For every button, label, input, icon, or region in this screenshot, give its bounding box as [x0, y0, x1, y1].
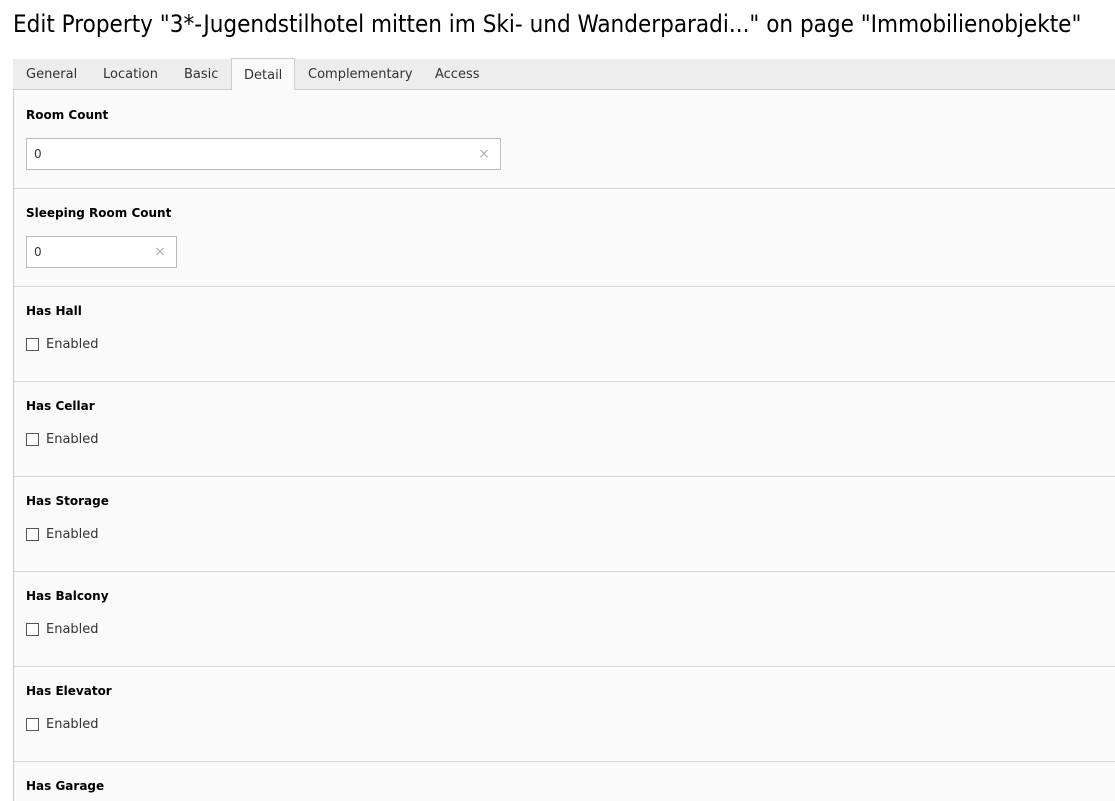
room-count-field: ×: [26, 138, 501, 170]
tab-detail[interactable]: Detail: [231, 58, 296, 91]
has-storage-label: Has Storage: [26, 494, 109, 508]
has-cellar-enabled-label: Enabled: [46, 431, 99, 447]
tab-complementary[interactable]: Complementary: [308, 59, 413, 90]
has-balcony-checkbox-row[interactable]: Enabled: [26, 621, 99, 637]
clear-icon[interactable]: ×: [153, 245, 167, 259]
page-title: Edit Property "3*-Jugendstilhotel mitten…: [13, 10, 1082, 38]
has-storage-checkbox-row[interactable]: Enabled: [26, 526, 99, 542]
has-elevator-checkbox-row[interactable]: Enabled: [26, 716, 99, 732]
sleeping-room-count-section: Sleeping Room Count ×: [14, 189, 1115, 287]
has-cellar-checkbox[interactable]: [26, 432, 39, 446]
has-elevator-label: Has Elevator: [26, 684, 112, 698]
has-hall-checkbox-row[interactable]: Enabled: [26, 336, 99, 352]
has-balcony-section: Has Balcony Enabled: [14, 572, 1115, 667]
tab-location[interactable]: Location: [103, 59, 158, 90]
has-garage-label: Has Garage: [26, 779, 105, 793]
has-cellar-checkbox-row[interactable]: Enabled: [26, 431, 99, 447]
clear-icon[interactable]: ×: [477, 147, 491, 161]
has-cellar-section: Has Cellar Enabled: [14, 382, 1115, 477]
detail-panel: Room Count × Sleeping Room Count × Has H…: [13, 90, 1115, 801]
tab-access[interactable]: Access: [435, 59, 480, 90]
room-count-label: Room Count: [26, 108, 109, 122]
sleeping-room-count-label: Sleeping Room Count: [26, 206, 172, 220]
tab-bar: General Location Basic Detail Complement…: [13, 58, 1115, 91]
has-storage-checkbox[interactable]: [26, 527, 39, 541]
has-garage-section: Has Garage: [14, 762, 1115, 801]
has-balcony-label: Has Balcony: [26, 589, 109, 603]
room-count-section: Room Count ×: [14, 90, 1115, 189]
has-hall-enabled-label: Enabled: [46, 336, 99, 352]
has-storage-section: Has Storage Enabled: [14, 477, 1115, 572]
tab-basic[interactable]: Basic: [184, 59, 218, 90]
has-storage-enabled-label: Enabled: [46, 526, 99, 542]
has-cellar-label: Has Cellar: [26, 399, 95, 413]
has-balcony-enabled-label: Enabled: [46, 621, 99, 637]
has-hall-section: Has Hall Enabled: [14, 287, 1115, 382]
has-elevator-enabled-label: Enabled: [46, 716, 99, 732]
has-balcony-checkbox[interactable]: [26, 622, 39, 636]
has-elevator-checkbox[interactable]: [26, 717, 39, 731]
tab-general[interactable]: General: [26, 59, 77, 90]
room-count-input[interactable]: [27, 139, 500, 169]
has-hall-checkbox[interactable]: [26, 337, 39, 351]
has-hall-label: Has Hall: [26, 304, 82, 318]
sleeping-room-count-field: ×: [26, 236, 177, 268]
has-elevator-section: Has Elevator Enabled: [14, 667, 1115, 762]
